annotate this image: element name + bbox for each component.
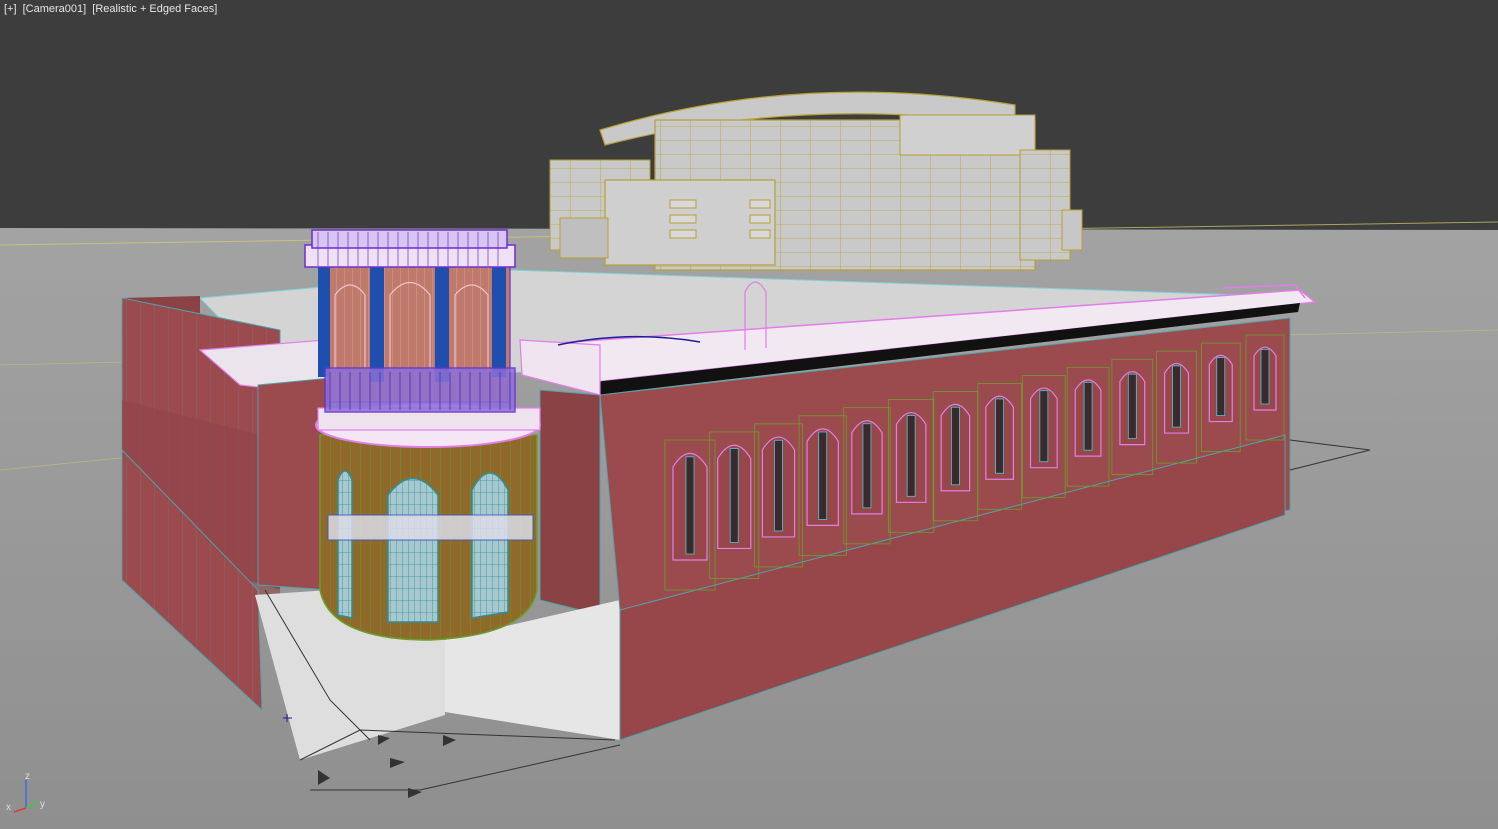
facade-window-slot — [818, 431, 828, 520]
facade-window-slot — [685, 456, 695, 555]
scene-render[interactable] — [0, 0, 1498, 829]
y-axis-label: y — [40, 799, 45, 810]
viewport-label-bar: [+] [Camera001] [Realistic + Edged Faces… — [4, 3, 220, 15]
facade-window-slot — [1216, 357, 1226, 416]
shading-mode-button[interactable]: [Realistic + Edged Faces] — [92, 3, 217, 15]
facade-window-slot — [862, 423, 872, 509]
viewport-menu-button[interactable]: [+] — [4, 3, 17, 15]
facade-window-slot — [906, 415, 916, 497]
inner-wall-right — [539, 389, 601, 616]
facade-window-slot — [995, 398, 1005, 474]
facade-window-slot — [1260, 348, 1270, 405]
facade-window-slot — [1083, 382, 1093, 451]
round-tower — [304, 229, 541, 641]
facade-window-slot — [1127, 373, 1137, 440]
z-axis-label: z — [25, 771, 30, 782]
x-axis-label: x — [6, 802, 11, 813]
y-axis-line — [25, 801, 39, 809]
camera-menu-button[interactable]: [Camera001] — [23, 3, 87, 15]
3d-viewport[interactable]: [+] [Camera001] [Realistic + Edged Faces… — [0, 0, 1498, 829]
facade-window-slot — [774, 439, 783, 532]
facade-window-slot — [950, 406, 960, 486]
axis-gizmo: z y x — [6, 771, 45, 813]
facade-window-slot — [1172, 365, 1181, 428]
facade-window-slot — [1039, 390, 1049, 463]
facade-window-slot — [729, 448, 739, 543]
x-axis-line — [13, 807, 27, 813]
